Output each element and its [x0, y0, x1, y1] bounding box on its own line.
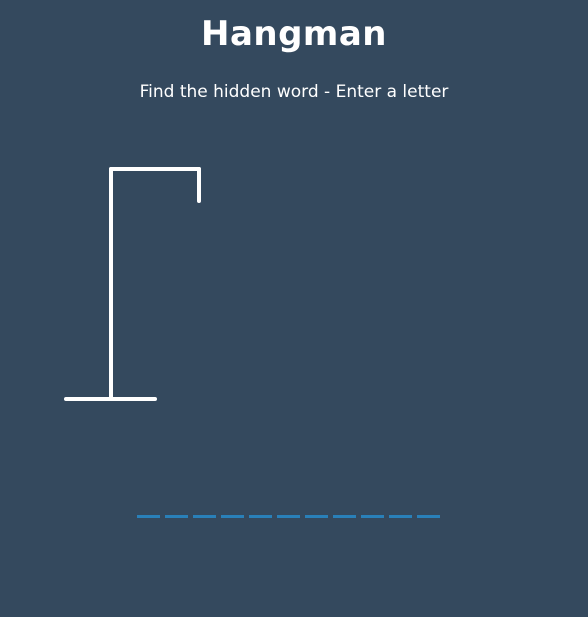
letter-slot	[165, 490, 188, 518]
letter-slot	[361, 490, 384, 518]
letter-slot	[389, 490, 412, 518]
letter-slot	[137, 490, 160, 518]
hangman-gallows	[64, 167, 201, 401]
letter-slot	[221, 490, 244, 518]
letter-slot	[333, 490, 356, 518]
letter-slot	[305, 490, 328, 518]
hidden-word	[137, 490, 440, 518]
letter-slot	[193, 490, 216, 518]
letter-slot	[249, 490, 272, 518]
letter-slot	[417, 490, 440, 518]
letter-slot	[277, 490, 300, 518]
